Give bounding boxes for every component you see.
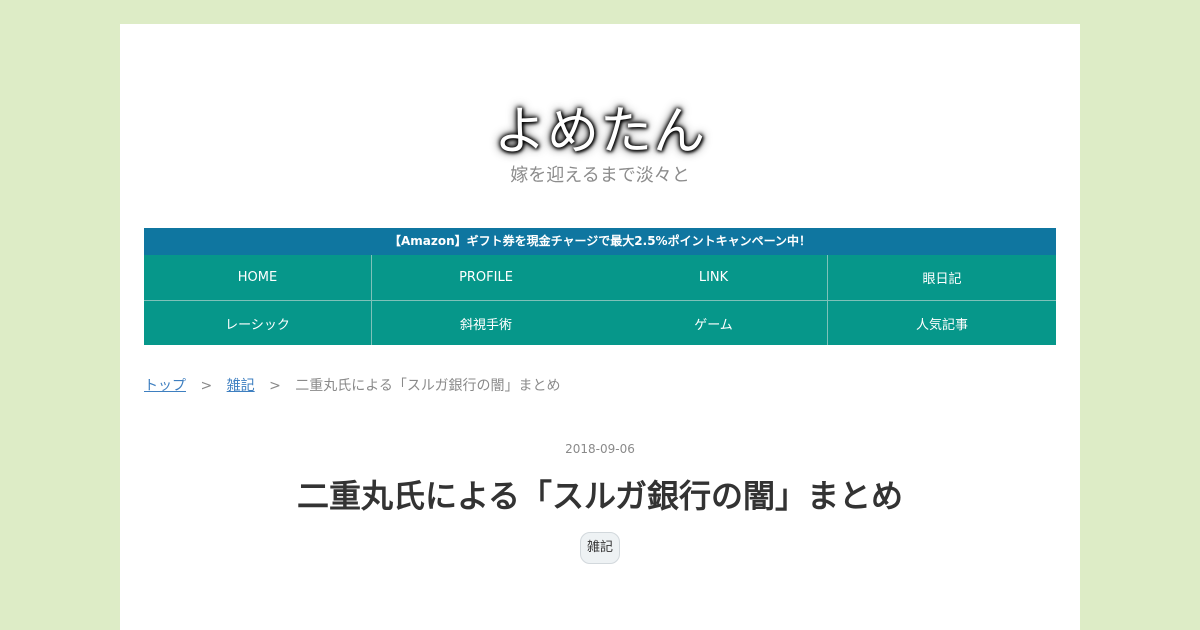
nav-row-1: HOME PROFILE LINK 眼日記 bbox=[144, 255, 1056, 300]
breadcrumb-current: 二重丸氏による「スルガ銀行の闇」まとめ bbox=[295, 378, 561, 394]
nav-row-2: レーシック 斜視手術 ゲーム 人気記事 bbox=[144, 300, 1056, 345]
nav-item-home[interactable]: HOME bbox=[144, 255, 372, 300]
breadcrumb-separator: > bbox=[269, 378, 281, 394]
category-tag[interactable]: 雑記 bbox=[580, 532, 620, 564]
site-title[interactable]: よめたん bbox=[120, 100, 1080, 164]
site-description: 嫁を迎えるまで淡々と bbox=[510, 165, 690, 186]
nav-item-lasik[interactable]: レーシック bbox=[144, 301, 372, 345]
post-date[interactable]: 2018-09-06 bbox=[120, 441, 1080, 457]
promo-notice-link[interactable]: 【Amazon】ギフト券を現金チャージで最大2.5%ポイントキャンペーン中！ bbox=[144, 228, 1056, 255]
nav-item-eye-diary[interactable]: 眼日記 bbox=[828, 255, 1056, 300]
nav-item-popular-posts[interactable]: 人気記事 bbox=[828, 301, 1056, 345]
global-nav: HOME PROFILE LINK 眼日記 レーシック 斜視手術 ゲーム 人気記… bbox=[144, 255, 1056, 345]
nav-item-link[interactable]: LINK bbox=[600, 255, 828, 300]
breadcrumb: トップ > 雑記 > 二重丸氏による「スルガ銀行の闇」まとめ bbox=[144, 375, 560, 397]
breadcrumb-top-link[interactable]: トップ bbox=[144, 378, 186, 394]
breadcrumb-category-link[interactable]: 雑記 bbox=[227, 378, 255, 394]
nav-item-game[interactable]: ゲーム bbox=[600, 301, 828, 345]
post-title[interactable]: 二重丸氏による「スルガ銀行の闇」まとめ bbox=[120, 474, 1080, 518]
page-container: よめたん 嫁を迎えるまで淡々と 【Amazon】ギフト券を現金チャージで最大2.… bbox=[120, 24, 1080, 630]
breadcrumb-separator: > bbox=[200, 378, 213, 394]
nav-item-strabismus-surgery[interactable]: 斜視手術 bbox=[372, 301, 600, 345]
nav-item-profile[interactable]: PROFILE bbox=[372, 255, 600, 300]
